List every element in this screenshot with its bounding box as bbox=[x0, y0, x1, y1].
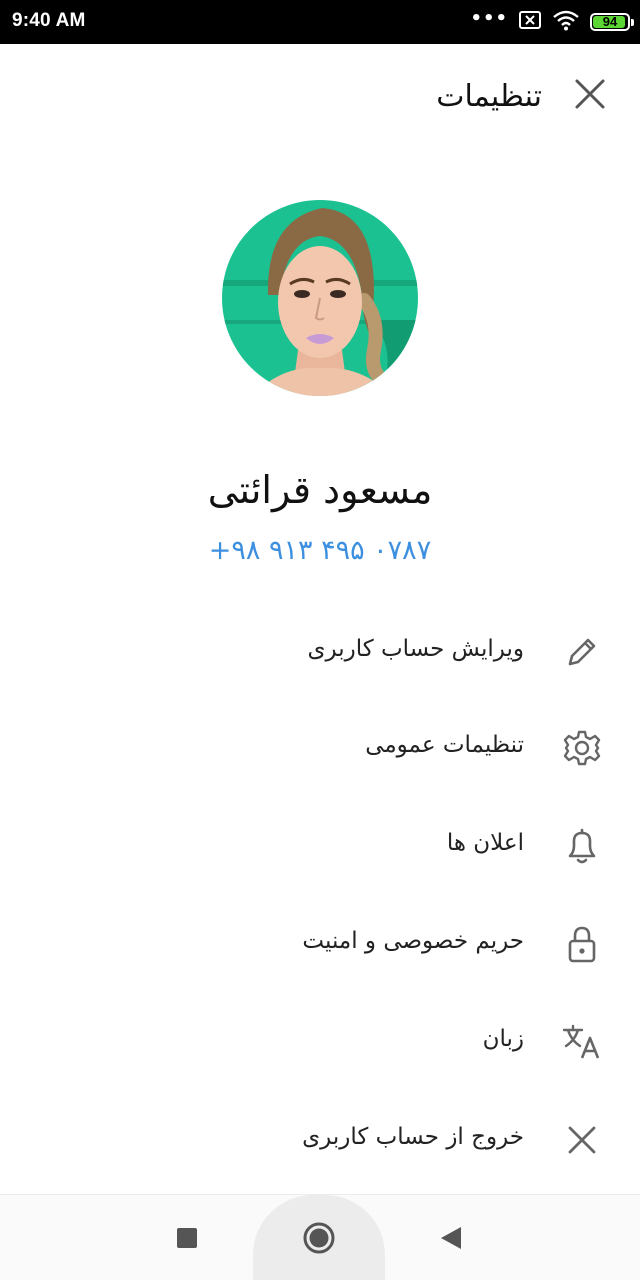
menu-item-label: حریم خصوصی و امنیت bbox=[302, 928, 524, 954]
user-phone[interactable]: +۹۸ ۹۱۳ ۴۹۵ ۰۷۸۷ bbox=[0, 535, 640, 566]
menu-item-general-settings[interactable]: تنظیمات عمومی bbox=[0, 700, 640, 796]
avatar-image bbox=[222, 200, 418, 396]
status-bar: 9:40 AM ••• 94 bbox=[0, 0, 640, 44]
battery-icon: 94 bbox=[590, 13, 634, 31]
status-time: 9:40 AM bbox=[12, 10, 86, 31]
pencil-icon bbox=[568, 638, 596, 666]
more-notifications-icon: ••• bbox=[470, 8, 508, 29]
menu-item-label: خروج از حساب کاربری bbox=[302, 1124, 524, 1150]
close-icon bbox=[575, 79, 605, 109]
menu-item-language[interactable]: زبان bbox=[0, 994, 640, 1090]
header: تنظیمات bbox=[0, 44, 640, 154]
wifi-icon bbox=[552, 9, 580, 35]
menu-item-notifications[interactable]: اعلان ها bbox=[0, 798, 640, 894]
menu-item-privacy-security[interactable]: حریم خصوصی و امنیت bbox=[0, 896, 640, 992]
menu-item-edit-account[interactable]: ویرایش حساب کاربری bbox=[0, 604, 640, 700]
gear-icon bbox=[563, 730, 601, 766]
close-button[interactable] bbox=[570, 74, 610, 114]
avatar[interactable] bbox=[222, 200, 418, 396]
lock-icon bbox=[568, 926, 596, 963]
close-icon bbox=[568, 1126, 596, 1154]
translate-icon bbox=[562, 1024, 600, 1059]
menu-item-label: ویرایش حساب کاربری bbox=[307, 636, 525, 662]
home-button[interactable] bbox=[298, 1217, 340, 1259]
menu-item-label: تنظیمات عمومی bbox=[365, 732, 524, 758]
menu-item-label: زبان bbox=[482, 1026, 524, 1052]
bell-icon bbox=[568, 828, 596, 864]
menu-item-label: اعلان ها bbox=[446, 830, 524, 856]
navigation-bar bbox=[0, 1194, 640, 1280]
back-button[interactable] bbox=[430, 1217, 472, 1259]
status-icons: ••• 94 bbox=[470, 8, 634, 35]
page-title: تنظیمات bbox=[436, 79, 542, 114]
recents-button[interactable] bbox=[166, 1217, 208, 1259]
battery-tip bbox=[631, 19, 634, 26]
recents-icon bbox=[177, 1228, 197, 1248]
sim-blocked-icon bbox=[518, 10, 542, 34]
menu-item-logout[interactable]: خروج از حساب کاربری bbox=[0, 1092, 640, 1188]
user-name: مسعود قرائتی bbox=[207, 468, 433, 512]
battery-level: 94 bbox=[602, 14, 618, 29]
home-icon bbox=[303, 1222, 335, 1254]
back-icon bbox=[441, 1227, 461, 1249]
